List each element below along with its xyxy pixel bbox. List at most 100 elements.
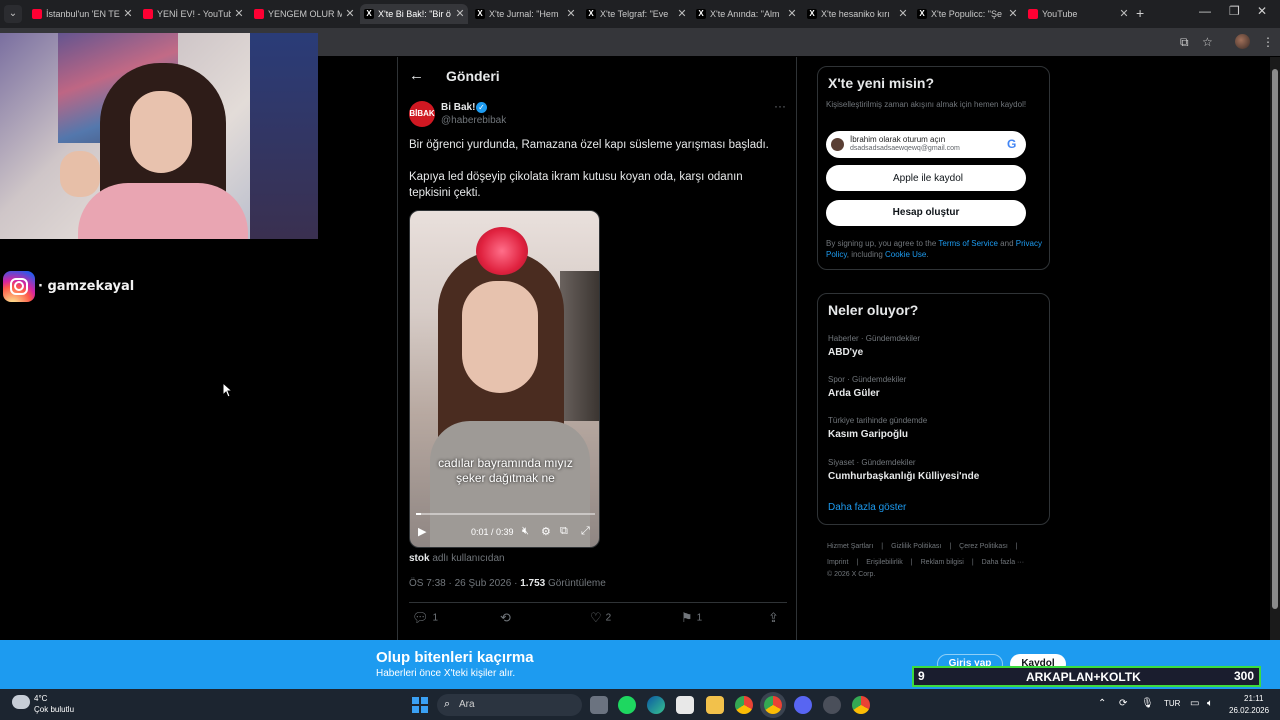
close-tab-icon[interactable]: ✕ <box>897 4 909 24</box>
page-title: Gönderi <box>446 68 500 84</box>
video-caption: cadılar bayramında mıyız şeker dağıtmak … <box>438 456 573 485</box>
instagram-icon <box>3 271 35 302</box>
new-tab-icon[interactable]: + <box>1136 5 1144 21</box>
footer-link[interactable]: Çerez Politikası <box>959 543 1008 550</box>
reply-button[interactable]: 💬︎ 1 <box>412 610 438 626</box>
browser-tab[interactable]: İstanbul'un 'EN TE ✕ <box>28 4 136 24</box>
browser-tab[interactable]: YouTube ✕ <box>1024 4 1132 24</box>
network-icon[interactable]: ▭ <box>1190 698 1199 709</box>
footer-link[interactable]: Imprint <box>827 559 848 566</box>
discord-icon[interactable] <box>794 696 812 714</box>
retweet-button[interactable]: ⟲ <box>500 610 515 626</box>
signup-subtitle: Kişiselleştirilmiş zaman akışını almak i… <box>826 100 1027 109</box>
store-icon[interactable] <box>676 696 694 714</box>
weather-temp[interactable]: 4°C <box>34 694 47 703</box>
like-button[interactable]: ♡ 2 <box>590 610 611 626</box>
browser-tab[interactable]: YENİ EV! - YouTub ✕ <box>139 4 247 24</box>
obs-icon[interactable] <box>823 696 841 714</box>
close-tab-icon[interactable]: ✕ <box>454 4 466 24</box>
author-name[interactable]: Bi Bak! <box>441 102 475 113</box>
close-tab-icon[interactable]: ✕ <box>786 4 798 24</box>
via-user[interactable]: stok adlı kullanıcıdan <box>409 553 505 564</box>
clock-time[interactable]: 21:11 <box>1244 694 1263 703</box>
profile-avatar[interactable] <box>1235 34 1250 49</box>
browser-tab[interactable]: X X'te hesaniko kırı ✕ <box>803 4 911 24</box>
footer-link[interactable]: Hizmet Şartları <box>827 543 873 550</box>
picture-in-picture-icon[interactable]: ⧉ <box>560 525 568 538</box>
google-signin-button[interactable]: İbrahim olarak oturum açın dsadsadsadsae… <box>826 131 1026 158</box>
instagram-handle: · gamzekayal <box>38 279 135 294</box>
taskbar-search[interactable]: ⌕ Ara <box>437 694 582 716</box>
banner-title: Olup bitenleri kaçırma <box>376 649 534 666</box>
microphone-icon[interactable]: 🎙︎ <box>1141 698 1154 709</box>
footer-link[interactable]: Gizlilik Politikası <box>891 543 941 550</box>
close-tab-icon[interactable]: ✕ <box>676 4 688 24</box>
chrome-profile-icon[interactable] <box>852 696 870 714</box>
minimize-icon[interactable]: — <box>1199 4 1211 18</box>
close-tab-icon[interactable]: ✕ <box>565 4 577 24</box>
close-tab-icon[interactable]: ✕ <box>1118 4 1130 24</box>
close-tab-icon[interactable]: ✕ <box>1007 4 1019 24</box>
browser-tab[interactable]: X X'te Populicc: "Şe ✕ <box>913 4 1021 24</box>
mute-icon[interactable]: 🔇︎ <box>522 525 529 538</box>
play-icon[interactable]: ▶ <box>418 525 426 538</box>
trend-category: Siyaset · Gündemdekiler <box>828 458 916 467</box>
spotify-icon[interactable] <box>618 696 636 714</box>
cloud-icon[interactable] <box>12 695 30 709</box>
footer-link[interactable]: Reklam bilgisi <box>921 559 964 566</box>
apple-signup-button[interactable]: Apple ile kaydol <box>826 165 1026 191</box>
tweet-video[interactable]: cadılar bayramında mıyız şeker dağıtmak … <box>409 210 600 548</box>
chrome-icon[interactable] <box>735 696 753 714</box>
browser-tab[interactable]: X X'te Telgraf: "Eve ✕ <box>582 4 690 24</box>
google-logo-icon: G <box>1007 137 1017 151</box>
volume-icon[interactable]: 🔈︎ <box>1207 698 1213 709</box>
keyboard-language[interactable]: TUR <box>1164 699 1180 708</box>
share-button[interactable]: ⇪ <box>768 610 783 626</box>
browser-tab-strip: ⌄ İstanbul'un 'EN TE ✕ YENİ EV! - YouTub ✕… <box>0 0 1280 28</box>
footer-link[interactable]: Daha fazla ··· <box>982 559 1024 566</box>
close-window-icon[interactable]: ✕ <box>1257 4 1267 18</box>
install-app-icon[interactable]: ⧉ <box>1180 35 1189 50</box>
task-view-icon[interactable] <box>590 696 608 714</box>
tray-overflow-icon[interactable]: ⌃ <box>1098 698 1106 709</box>
browser-tab[interactable]: X X'te Jurnal: "Hem ✕ <box>471 4 579 24</box>
cookie-use-link[interactable]: Cookie Use <box>885 250 926 259</box>
restore-icon[interactable]: ❐ <box>1229 4 1240 18</box>
trend-item[interactable]: Cumhurbaşkanlığı Külliyesi'nde <box>828 471 979 482</box>
tray-app-icon[interactable]: ⟳ <box>1119 698 1127 709</box>
settings-icon[interactable]: ⚙ <box>541 525 551 538</box>
close-tab-icon[interactable]: ✕ <box>233 4 245 24</box>
create-account-button[interactable]: Hesap oluştur <box>826 200 1026 226</box>
trend-category: Haberler · Gündemdekiler <box>828 334 921 343</box>
windows-start-icon[interactable] <box>412 697 428 713</box>
back-arrow-icon[interactable]: ← <box>409 67 424 84</box>
browser-tab[interactable]: YENGEM OLUR M ✕ <box>250 4 358 24</box>
browser-tab-active[interactable]: X X'te Bi Bak!: "Bir ö ✕ <box>360 4 468 24</box>
edge-icon[interactable] <box>647 696 665 714</box>
bookmark-star-icon[interactable]: ☆ <box>1202 35 1213 49</box>
more-options-icon[interactable]: ··· <box>774 99 786 113</box>
file-explorer-icon[interactable] <box>706 696 724 714</box>
trend-item[interactable]: Arda Güler <box>828 388 880 399</box>
author-avatar[interactable]: BİBAK <box>409 101 435 127</box>
fullscreen-icon[interactable]: ⤢ <box>581 525 590 538</box>
author-handle[interactable]: @haberebibak <box>441 115 506 126</box>
trend-item[interactable]: Kasım Garipoğlu <box>828 429 908 440</box>
video-progress-bar[interactable] <box>416 513 595 515</box>
google-account-avatar <box>831 138 844 151</box>
terms-text: By signing up, you agree to the Terms of… <box>826 239 1042 259</box>
bookmark-button[interactable]: ⚑ 1 <box>681 610 702 626</box>
tab-search-chevron-icon[interactable]: ⌄ <box>4 5 22 23</box>
weather-desc[interactable]: Çok bulutlu <box>34 705 74 714</box>
trend-item[interactable]: ABD'ye <box>828 347 863 358</box>
show-more-link[interactable]: Daha fazla göster <box>828 502 906 513</box>
close-tab-icon[interactable]: ✕ <box>344 4 356 24</box>
clock-date[interactable]: 26.02.2026 <box>1229 706 1269 715</box>
terms-of-service-link[interactable]: Terms of Service <box>938 239 998 248</box>
browser-tab[interactable]: X X'te Anında: "Alm ✕ <box>692 4 800 24</box>
close-tab-icon[interactable]: ✕ <box>122 4 134 24</box>
browser-menu-icon[interactable]: ⋮ <box>1262 35 1274 49</box>
page-scrollbar[interactable] <box>1270 57 1280 640</box>
footer-link[interactable]: Erişilebilirlik <box>866 559 903 566</box>
chrome-active-icon[interactable] <box>764 696 782 714</box>
